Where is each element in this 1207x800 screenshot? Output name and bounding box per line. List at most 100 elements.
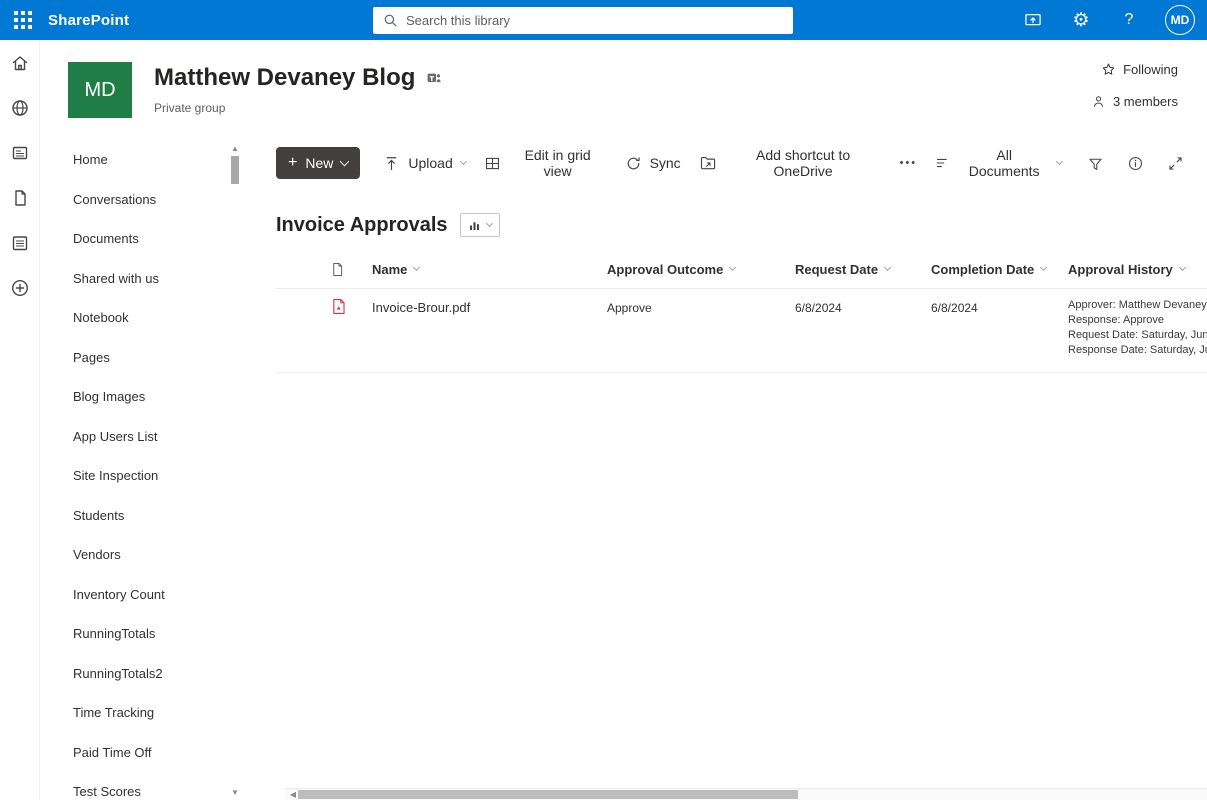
sidebar-item-test-scores[interactable]: Test Scores (40, 772, 245, 800)
following-label: Following (1123, 62, 1178, 77)
rail-documents-button[interactable] (8, 188, 32, 208)
sidebar-item-inventory-count[interactable]: Inventory Count (40, 575, 245, 615)
command-bar-overflow-button[interactable]: ••• (891, 145, 927, 181)
site-header-actions: Following 3 members (1091, 62, 1178, 109)
expand-icon (1167, 155, 1184, 172)
rail-news-button[interactable] (8, 143, 32, 163)
sidebar-item-shared-with-us[interactable]: Shared with us (40, 259, 245, 299)
horizontal-scrollbar-thumb[interactable] (298, 790, 798, 799)
documents-table: Name Approval Outcome Request Date (276, 250, 1207, 373)
present-button[interactable] (1021, 8, 1045, 32)
info-icon (1127, 155, 1144, 172)
main-column: MD Matthew Devaney Blog Private group Fo… (40, 40, 1207, 800)
chevron-down-icon (729, 263, 736, 270)
grid-icon (484, 155, 501, 172)
news-card-icon (10, 143, 30, 163)
sidebar-item-notebook[interactable]: Notebook (40, 298, 245, 338)
sidebar-item-students[interactable]: Students (40, 496, 245, 536)
search-icon (383, 13, 398, 28)
sync-button[interactable]: Sync (616, 145, 690, 181)
scroll-down-arrow-icon[interactable]: ▼ (229, 788, 241, 798)
sidebar-item-runningtotals[interactable]: RunningTotals (40, 614, 245, 654)
column-header-file-type[interactable] (330, 262, 372, 277)
column-header-approval-history[interactable]: Approval History (1068, 262, 1207, 277)
view-list-icon (935, 155, 951, 171)
account-avatar[interactable]: MD (1165, 5, 1195, 35)
scroll-up-arrow-icon[interactable]: ▲ (229, 144, 241, 154)
new-button-label: New (305, 155, 333, 171)
teams-icon[interactable] (426, 70, 442, 86)
app-launcher-button[interactable] (0, 0, 46, 40)
column-header-name[interactable]: Name (372, 262, 607, 277)
chevron-down-icon (1056, 157, 1063, 164)
new-button[interactable]: + New (276, 147, 360, 179)
folder-shortcut-icon (699, 154, 717, 172)
app-title[interactable]: SharePoint (48, 12, 129, 29)
sidebar-scrollbar[interactable]: ▲ ▼ (229, 144, 241, 798)
cast-icon (1023, 10, 1043, 30)
sidebar-item-documents[interactable]: Documents (40, 219, 245, 259)
approval-outcome-cell: Approve (607, 298, 795, 315)
sidebar-item-vendors[interactable]: Vendors (40, 535, 245, 575)
help-icon: ? (1125, 12, 1134, 28)
help-button[interactable]: ? (1117, 8, 1141, 32)
sidebar-item-home[interactable]: Home (40, 140, 245, 180)
completion-date-cell: 6/8/2024 (931, 298, 1068, 315)
search-input[interactable] (406, 13, 783, 28)
chevron-down-icon (884, 263, 891, 270)
sidebar-item-time-tracking[interactable]: Time Tracking (40, 693, 245, 733)
add-shortcut-onedrive-button[interactable]: Add shortcut to OneDrive (690, 145, 891, 181)
file-name-link[interactable]: Invoice-Brour.pdf (372, 298, 607, 315)
sidebar-item-paid-time-off[interactable]: Paid Time Off (40, 733, 245, 773)
column-header-request-date[interactable]: Request Date (795, 262, 931, 277)
members-button[interactable]: 3 members (1091, 94, 1178, 109)
sidebar-item-blog-images[interactable]: Blog Images (40, 377, 245, 417)
chart-view-button[interactable] (460, 213, 500, 237)
rail-sites-button[interactable] (8, 98, 32, 118)
rail-create-button[interactable] (8, 278, 32, 298)
fullscreen-button[interactable] (1159, 147, 1191, 179)
sidebar-item-pages[interactable]: Pages (40, 338, 245, 378)
request-date-cell: 6/8/2024 (795, 298, 931, 315)
upload-label: Upload (408, 155, 452, 171)
pdf-icon (330, 298, 347, 315)
suite-bar: SharePoint ⚙ ? MD (0, 0, 1207, 40)
members-label: 3 members (1113, 94, 1178, 109)
rail-home-button[interactable] (8, 53, 32, 73)
chevron-down-icon (460, 157, 467, 164)
site-title-block: Matthew Devaney Blog Private group (154, 64, 442, 115)
details-pane-button[interactable] (1119, 147, 1151, 179)
avatar-initials: MD (1171, 13, 1190, 27)
following-button[interactable]: Following (1101, 62, 1178, 77)
document-icon (10, 188, 30, 208)
column-header-approval-outcome[interactable]: Approval Outcome (607, 262, 795, 277)
scrollbar-thumb[interactable] (231, 156, 239, 184)
sidebar-nav: Home Conversations Documents Shared with… (40, 140, 245, 800)
sidebar-item-conversations[interactable]: Conversations (40, 180, 245, 220)
suite-actions: ⚙ ? MD (1021, 5, 1207, 35)
edit-grid-view-button[interactable]: Edit in grid view (475, 145, 616, 181)
search-box[interactable] (373, 7, 793, 34)
view-selector-button[interactable]: All Documents (926, 145, 1071, 181)
star-icon (1101, 62, 1116, 77)
funnel-icon (1087, 155, 1104, 172)
list-heading: Invoice Approvals (276, 213, 1207, 237)
table-header: Name Approval Outcome Request Date (276, 250, 1207, 289)
plus-icon: + (288, 155, 297, 171)
table-row[interactable]: Invoice-Brour.pdf Approve 6/8/2024 6/8/2… (276, 289, 1207, 373)
globe-icon (10, 98, 30, 118)
horizontal-scrollbar[interactable]: ◀ (285, 788, 1207, 800)
filter-button[interactable] (1079, 147, 1111, 179)
site-title[interactable]: Matthew Devaney Blog (154, 64, 415, 92)
upload-button[interactable]: Upload (374, 145, 474, 181)
site-logo[interactable]: MD (68, 62, 132, 118)
sidebar-item-site-inspection[interactable]: Site Inspection (40, 456, 245, 496)
column-header-completion-date[interactable]: Completion Date (931, 262, 1068, 277)
rail-lists-button[interactable] (8, 233, 32, 253)
library-content: + New Upload (245, 140, 1207, 788)
sidebar-item-app-users-list[interactable]: App Users List (40, 417, 245, 457)
settings-button[interactable]: ⚙ (1069, 8, 1093, 32)
bar-chart-icon (468, 219, 481, 232)
sidebar-item-runningtotals2[interactable]: RunningTotals2 (40, 654, 245, 694)
gear-icon: ⚙ (1072, 11, 1089, 30)
